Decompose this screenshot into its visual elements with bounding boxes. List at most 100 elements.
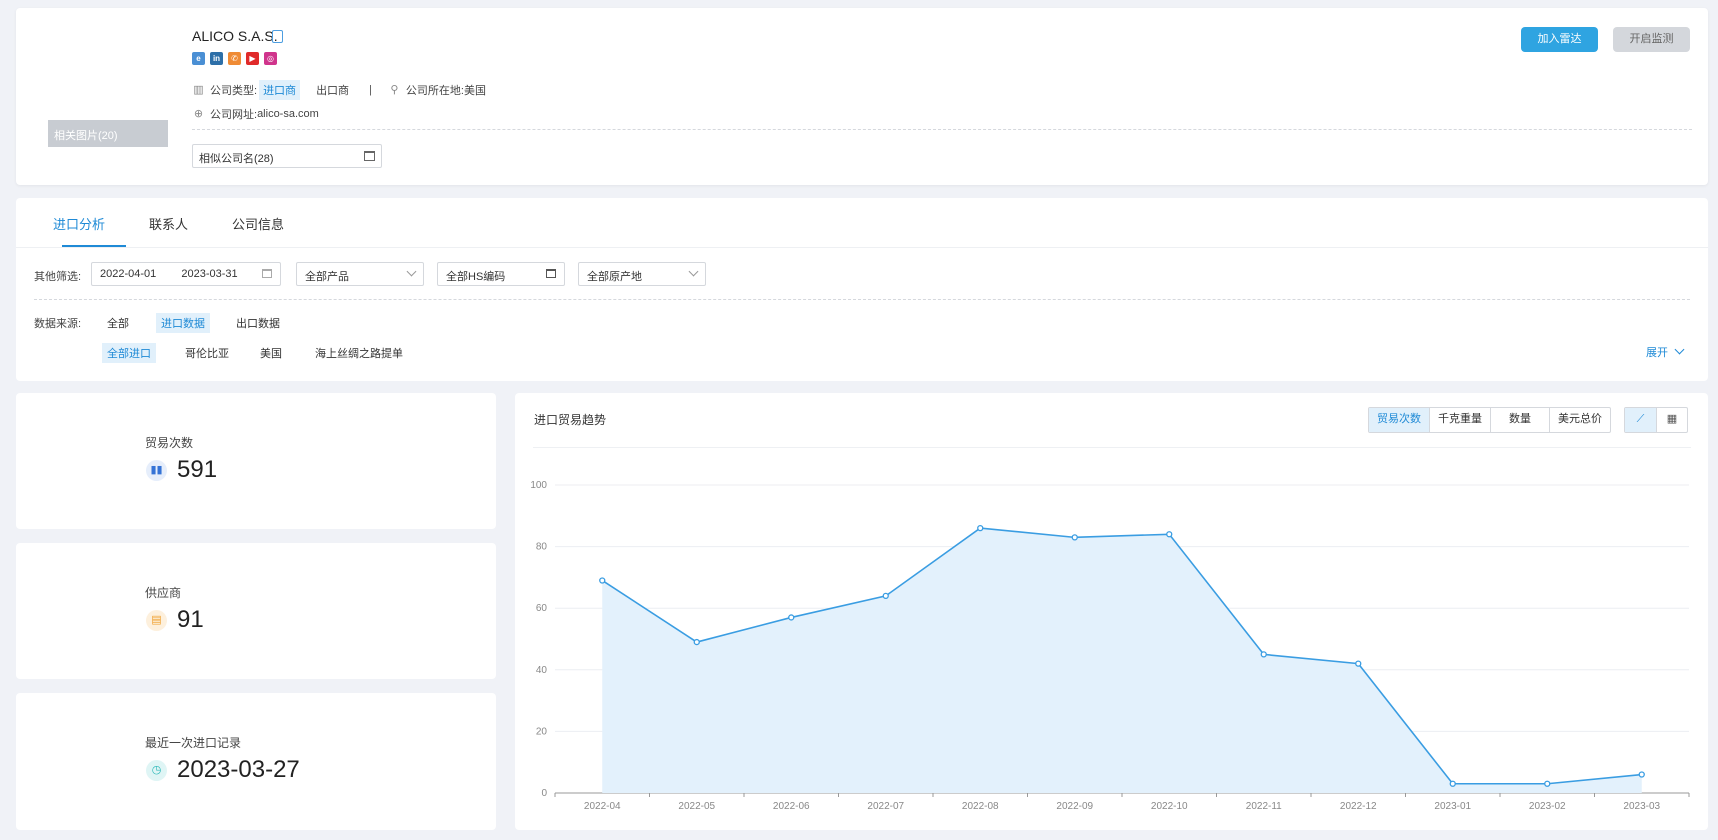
add-radar-button[interactable]: 加入雷达 <box>1521 27 1598 52</box>
data-point <box>1544 780 1551 787</box>
tab-import-analysis[interactable]: 进口分析 <box>53 214 105 233</box>
similar-names-select[interactable]: 相似公司名(28) <box>192 144 382 168</box>
y-tick-label: 0 <box>541 788 547 799</box>
y-tick-label: 40 <box>536 665 548 676</box>
hs-code-value: 全部HS编码 <box>446 271 506 283</box>
related-photos-button[interactable]: 相关图片(20) <box>48 120 168 147</box>
source-export[interactable]: 出口数据 <box>231 313 285 333</box>
social-links: e in ✆ ▶ ◎ <box>192 52 277 65</box>
stat-card-trade-count: 贸易次数 ▮▮ 591 <box>16 393 496 529</box>
origin-select[interactable]: 全部原产地 <box>578 262 706 286</box>
stat-value: 591 <box>177 456 218 483</box>
location-value: 美国 <box>463 85 486 97</box>
divider <box>192 129 1692 130</box>
y-tick-label: 80 <box>536 542 548 553</box>
stat-label: 供应商 <box>145 586 182 600</box>
company-type-importer: 进口商 <box>259 80 301 100</box>
data-point <box>693 638 700 646</box>
date-start: 2022-04-01 <box>100 268 157 280</box>
sub-source-all-import[interactable]: 全部进口 <box>102 343 156 363</box>
trend-chart: 0 20 40 60 80 100 2022-04 2022-05 2022-06 2022-07… <box>530 480 1690 812</box>
instagram-icon[interactable]: ◎ <box>264 52 277 65</box>
data-source-label: 数据来源: <box>34 318 82 330</box>
x-tick-label: 2022-08 <box>962 801 999 812</box>
company-type-exporter: 出口商 <box>316 85 350 97</box>
y-tick-label: 100 <box>530 480 547 491</box>
company-type-label: 公司类型: <box>210 85 258 97</box>
other-filters-label: 其他筛选: <box>34 271 82 283</box>
chevron-down-icon <box>1674 344 1685 355</box>
data-point <box>788 614 795 621</box>
stat-card-suppliers: 供应商 ▤ 91 <box>16 543 496 679</box>
x-tick-label: 2022-05 <box>678 801 715 812</box>
product-select[interactable]: 全部产品 <box>296 262 424 286</box>
series-area <box>602 528 1642 793</box>
chevron-down-icon <box>688 266 699 277</box>
x-tick-label: 2022-10 <box>1151 801 1188 812</box>
data-point <box>1260 651 1267 658</box>
company-header-card: 相关图片(20) ALICO S.A.S. e in ✆ ▶ ◎ ▥ 公司类型:… <box>16 8 1708 185</box>
y-tick-label: 60 <box>536 603 548 614</box>
chevron-down-icon <box>406 266 417 277</box>
date-end: 2023-03-31 <box>181 268 238 280</box>
phone-icon[interactable]: ✆ <box>228 52 241 65</box>
globe-icon: ⊕ <box>193 107 204 120</box>
sub-source-usa[interactable]: 美国 <box>255 343 287 363</box>
source-all[interactable]: 全部 <box>102 313 134 333</box>
website-link[interactable]: alico-sa.com <box>257 108 319 120</box>
sub-source-maritime-silk-road[interactable]: 海上丝绸之路提单 <box>310 343 408 363</box>
data-point <box>882 592 889 600</box>
calendar-icon <box>262 269 272 278</box>
source-import[interactable]: 进口数据 <box>156 313 210 333</box>
product-value: 全部产品 <box>305 271 349 283</box>
data-point <box>1449 780 1456 787</box>
x-tick-label: 2022-09 <box>1056 801 1093 812</box>
company-name: ALICO S.A.S. <box>192 28 278 44</box>
separator: | <box>369 84 372 96</box>
y-tick-label: 20 <box>536 726 548 737</box>
stat-card-latest-import: 最近一次进口记录 ◷ 2023-03-27 <box>16 693 496 830</box>
website-label: 公司网址: <box>210 109 258 121</box>
x-tick-label: 2023-03 <box>1623 801 1660 812</box>
start-monitor-button[interactable]: 开启监测 <box>1613 27 1690 52</box>
hs-code-select[interactable]: 全部HS编码 <box>437 262 565 286</box>
x-tick-label: 2022-07 <box>867 801 904 812</box>
x-tick-label: 2022-04 <box>584 801 621 812</box>
linkedin-icon[interactable]: in <box>210 52 223 65</box>
x-tick-label: 2022-11 <box>1246 801 1282 812</box>
stat-value: 2023-03-27 <box>177 756 300 783</box>
filter-card: 进口分析 联系人 公司信息 其他筛选: 2022-04-01 2023-03-3… <box>16 198 1708 381</box>
sub-source-colombia[interactable]: 哥伦比亚 <box>180 343 234 363</box>
stat-label: 贸易次数 <box>145 436 194 450</box>
data-point <box>1071 534 1078 541</box>
clock-icon: ◷ <box>146 760 167 781</box>
x-tick-label: 2023-01 <box>1434 801 1471 812</box>
x-tick-label: 2023-02 <box>1529 801 1566 812</box>
expand-label: 展开 <box>1646 347 1668 359</box>
tab-contacts[interactable]: 联系人 <box>149 214 188 233</box>
tab-divider <box>16 247 1708 248</box>
data-point <box>977 524 984 532</box>
location-label: 公司所在地: <box>405 85 464 97</box>
youtube-icon[interactable]: ▶ <box>246 52 259 65</box>
website-row: ⊕ 公司网址: alico-sa.com <box>192 106 319 122</box>
calendar-icon <box>546 269 556 278</box>
calendar-icon <box>364 151 375 161</box>
expand-button[interactable]: 展开 <box>1646 344 1685 360</box>
data-point <box>1166 531 1173 538</box>
origin-value: 全部原产地 <box>587 271 642 283</box>
x-tick-label: 2022-12 <box>1340 801 1377 812</box>
company-type-row: ▥ 公司类型: 进口商 出口商 | ⚲ 公司所在地: 美国 <box>192 80 486 100</box>
tab-company-info[interactable]: 公司信息 <box>232 214 284 233</box>
x-tick-label: 2022-06 <box>773 801 810 812</box>
building-icon: ▥ <box>193 83 204 96</box>
stat-value: 91 <box>177 606 204 633</box>
data-point <box>1355 660 1362 667</box>
data-point <box>1638 771 1645 778</box>
date-range-picker[interactable]: 2022-04-01 2023-03-31 <box>91 262 281 286</box>
ie-icon[interactable]: e <box>192 52 205 65</box>
divider <box>34 299 1690 300</box>
copy-icon[interactable] <box>272 30 283 43</box>
data-point <box>599 577 606 584</box>
similar-names-label: 相似公司名(28) <box>199 153 274 165</box>
